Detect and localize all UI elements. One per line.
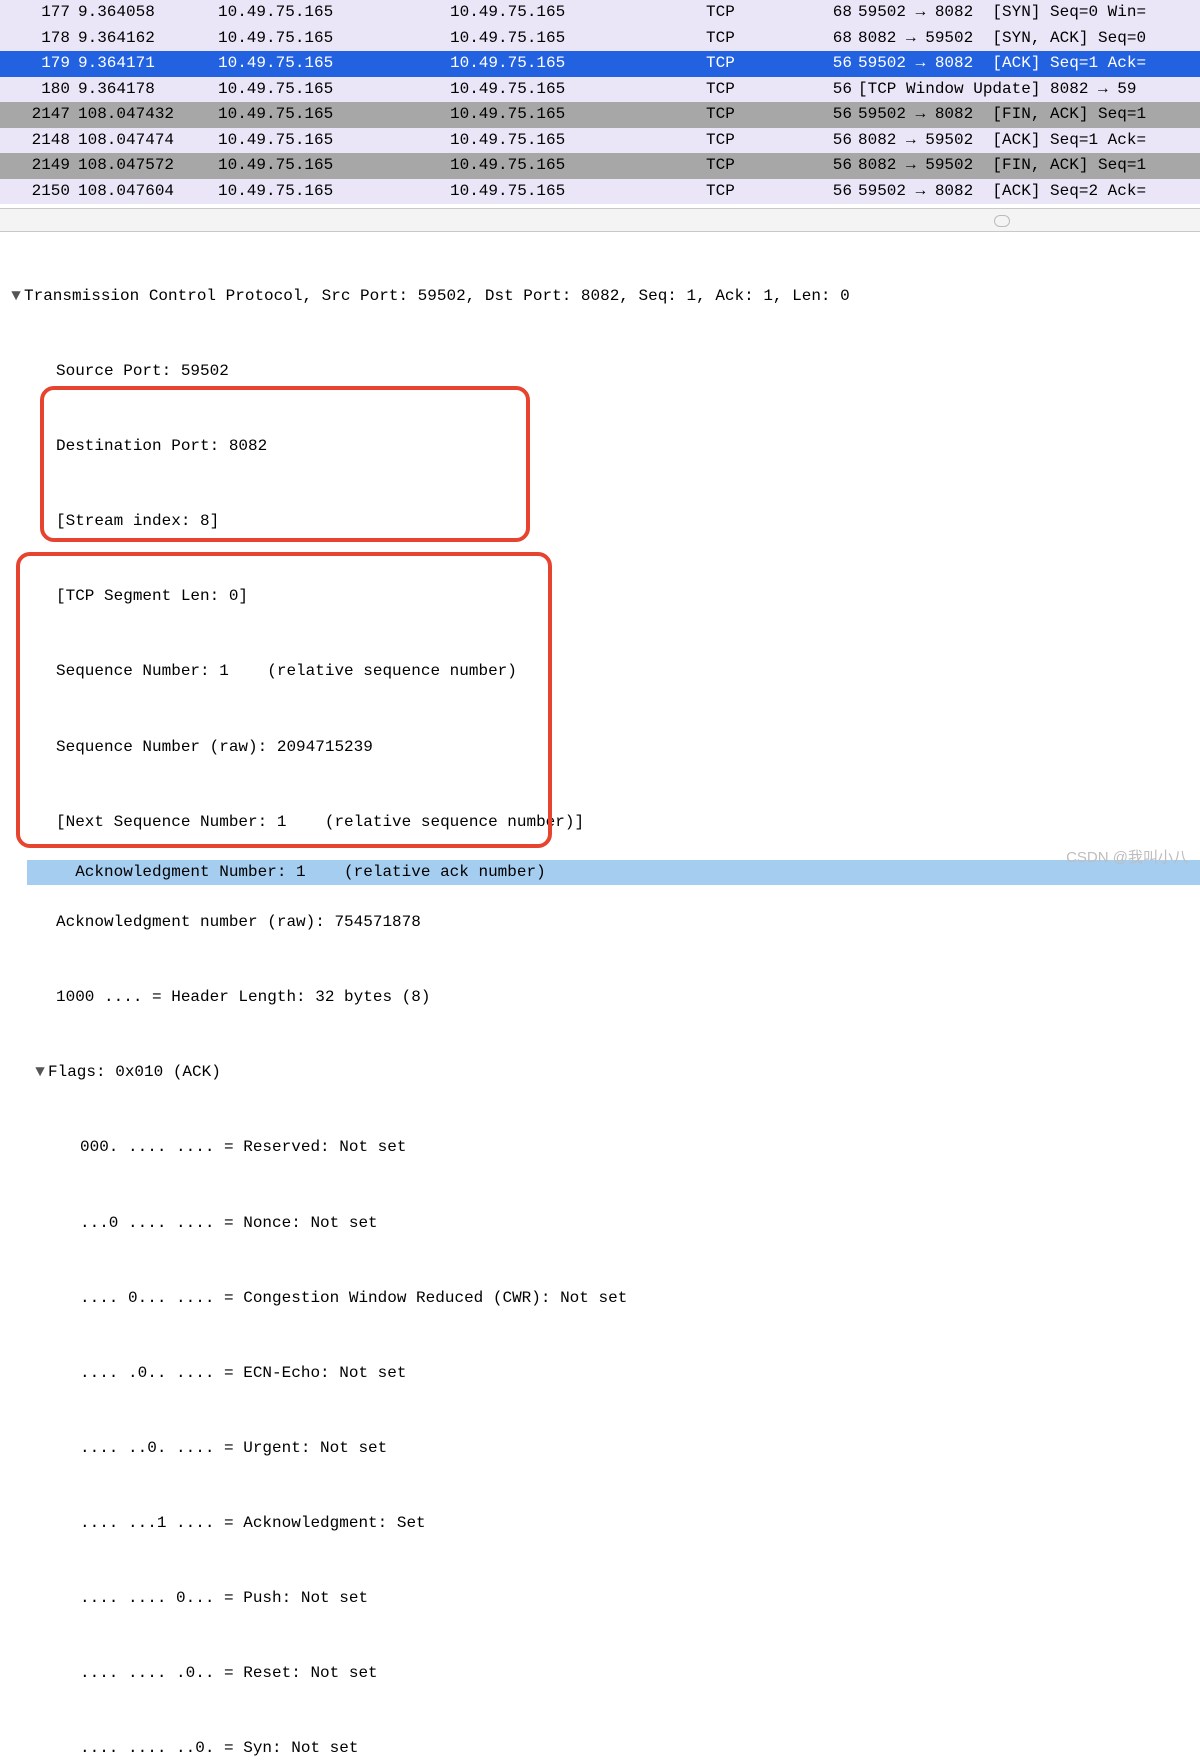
packet-source: 10.49.75.165 [218,0,450,25]
packet-source: 10.49.75.165 [218,128,450,153]
packet-length: 56 [830,153,858,178]
packet-protocol: TCP [706,51,830,76]
packet-row[interactable]: 2150108.04760410.49.75.16510.49.75.165TC… [0,179,1200,205]
ack-number[interactable]: Acknowledgment Number: 1 (relative ack n… [27,860,1200,886]
packet-protocol: TCP [706,26,830,51]
packet-protocol: TCP [706,0,830,25]
packet-time: 9.364171 [78,51,218,76]
packet-source: 10.49.75.165 [218,179,450,204]
flag-syn[interactable]: .... .... ..0. = Syn: Not set [8,1736,1200,1762]
watermark: CSDN @我叫小八 [1066,846,1188,869]
packet-info: 59502 → 8082 [FIN, ACK] Seq=1 [858,102,1200,127]
packet-source: 10.49.75.165 [218,26,450,51]
flag-ack[interactable]: .... ...1 .... = Acknowledgment: Set [8,1511,1200,1537]
packet-length: 56 [830,179,858,204]
flag-cwr[interactable]: .... 0... .... = Congestion Window Reduc… [8,1285,1200,1311]
packet-time: 108.047572 [78,153,218,178]
packet-row[interactable]: 2148108.04747410.49.75.16510.49.75.165TC… [0,128,1200,154]
packet-time: 108.047432 [78,102,218,127]
packet-info: [TCP Window Update] 8082 → 59 [858,77,1200,102]
packet-no: 2147 [0,102,78,127]
packet-info: 8082 → 59502 [SYN, ACK] Seq=0 [858,26,1200,51]
packet-destination: 10.49.75.165 [450,179,706,204]
packet-protocol: TCP [706,179,830,204]
tcp-segment-len[interactable]: [TCP Segment Len: 0] [8,584,1200,610]
packet-time: 9.364058 [78,0,218,25]
header-length[interactable]: 1000 .... = Header Length: 32 bytes (8) [8,985,1200,1011]
packet-length: 56 [830,102,858,127]
ack-number-raw[interactable]: Acknowledgment number (raw): 754571878 [8,910,1200,936]
packet-no: 177 [0,0,78,25]
packet-info: 8082 → 59502 [ACK] Seq=1 Ack= [858,128,1200,153]
packet-length: 68 [830,0,858,25]
sequence-number-raw[interactable]: Sequence Number (raw): 2094715239 [8,734,1200,760]
packet-source: 10.49.75.165 [218,102,450,127]
packet-row[interactable]: 2147108.04743210.49.75.16510.49.75.165TC… [0,102,1200,128]
packet-info: 59502 → 8082 [ACK] Seq=1 Ack= [858,51,1200,76]
packet-no: 2148 [0,128,78,153]
packet-destination: 10.49.75.165 [450,128,706,153]
packet-no: 2150 [0,179,78,204]
destination-port[interactable]: Destination Port: 8082 [8,434,1200,460]
flag-push[interactable]: .... .... 0... = Push: Not set [8,1586,1200,1612]
packet-destination: 10.49.75.165 [450,77,706,102]
flag-nonce[interactable]: ...0 .... .... = Nonce: Not set [8,1210,1200,1236]
packet-row[interactable]: 1799.36417110.49.75.16510.49.75.165TCP56… [0,51,1200,77]
packet-protocol: TCP [706,153,830,178]
packet-protocol: TCP [706,128,830,153]
flag-urgent[interactable]: .... ..0. .... = Urgent: Not set [8,1436,1200,1462]
packet-no: 179 [0,51,78,76]
tcp-header-row[interactable]: ▼ Transmission Control Protocol, Src Por… [8,284,1200,310]
pane-divider[interactable] [0,208,1200,232]
packet-destination: 10.49.75.165 [450,102,706,127]
packet-info: 59502 → 8082 [ACK] Seq=2 Ack= [858,179,1200,204]
packet-protocol: TCP [706,77,830,102]
sequence-number[interactable]: Sequence Number: 1 (relative sequence nu… [8,659,1200,685]
packet-destination: 10.49.75.165 [450,153,706,178]
flag-ecn[interactable]: .... .0.. .... = ECN-Echo: Not set [8,1360,1200,1386]
packet-row[interactable]: 1809.36417810.49.75.16510.49.75.165TCP56… [0,77,1200,103]
expand-icon[interactable]: ▼ [8,284,24,309]
packet-length: 56 [830,51,858,76]
packet-time: 9.364178 [78,77,218,102]
packet-no: 180 [0,77,78,102]
flag-reserved[interactable]: 000. .... .... = Reserved: Not set [8,1135,1200,1161]
packet-time: 108.047474 [78,128,218,153]
packet-length: 56 [830,128,858,153]
packet-protocol: TCP [706,102,830,127]
packet-no: 178 [0,26,78,51]
stream-index[interactable]: [Stream index: 8] [8,509,1200,535]
packet-time: 9.364162 [78,26,218,51]
packet-info: 8082 → 59502 [FIN, ACK] Seq=1 [858,153,1200,178]
packet-destination: 10.49.75.165 [450,51,706,76]
flags-header-row[interactable]: ▼ Flags: 0x010 (ACK) [8,1060,1200,1086]
next-sequence-number[interactable]: [Next Sequence Number: 1 (relative seque… [8,809,1200,835]
packet-source: 10.49.75.165 [218,77,450,102]
packet-row[interactable]: 1789.36416210.49.75.16510.49.75.165TCP68… [0,26,1200,52]
packet-info: 59502 → 8082 [SYN] Seq=0 Win= [858,0,1200,25]
packet-destination: 10.49.75.165 [450,26,706,51]
packet-time: 108.047604 [78,179,218,204]
packet-source: 10.49.75.165 [218,153,450,178]
packet-row[interactable]: 2149108.04757210.49.75.16510.49.75.165TC… [0,153,1200,179]
packet-source: 10.49.75.165 [218,51,450,76]
packet-row[interactable]: 1779.36405810.49.75.16510.49.75.165TCP68… [0,0,1200,26]
expand-icon[interactable]: ▼ [32,1060,48,1085]
packet-destination: 10.49.75.165 [450,0,706,25]
packet-no: 2149 [0,153,78,178]
packet-length: 68 [830,26,858,51]
flag-reset[interactable]: .... .... .0.. = Reset: Not set [8,1661,1200,1687]
packet-details[interactable]: ▼ Transmission Control Protocol, Src Por… [0,232,1200,1762]
tcp-header-text: Transmission Control Protocol, Src Port:… [24,284,850,309]
flags-header-text: Flags: 0x010 (ACK) [48,1060,221,1085]
packet-list[interactable]: 1779.36405810.49.75.16510.49.75.165TCP68… [0,0,1200,204]
packet-length: 56 [830,77,858,102]
source-port[interactable]: Source Port: 59502 [8,359,1200,385]
